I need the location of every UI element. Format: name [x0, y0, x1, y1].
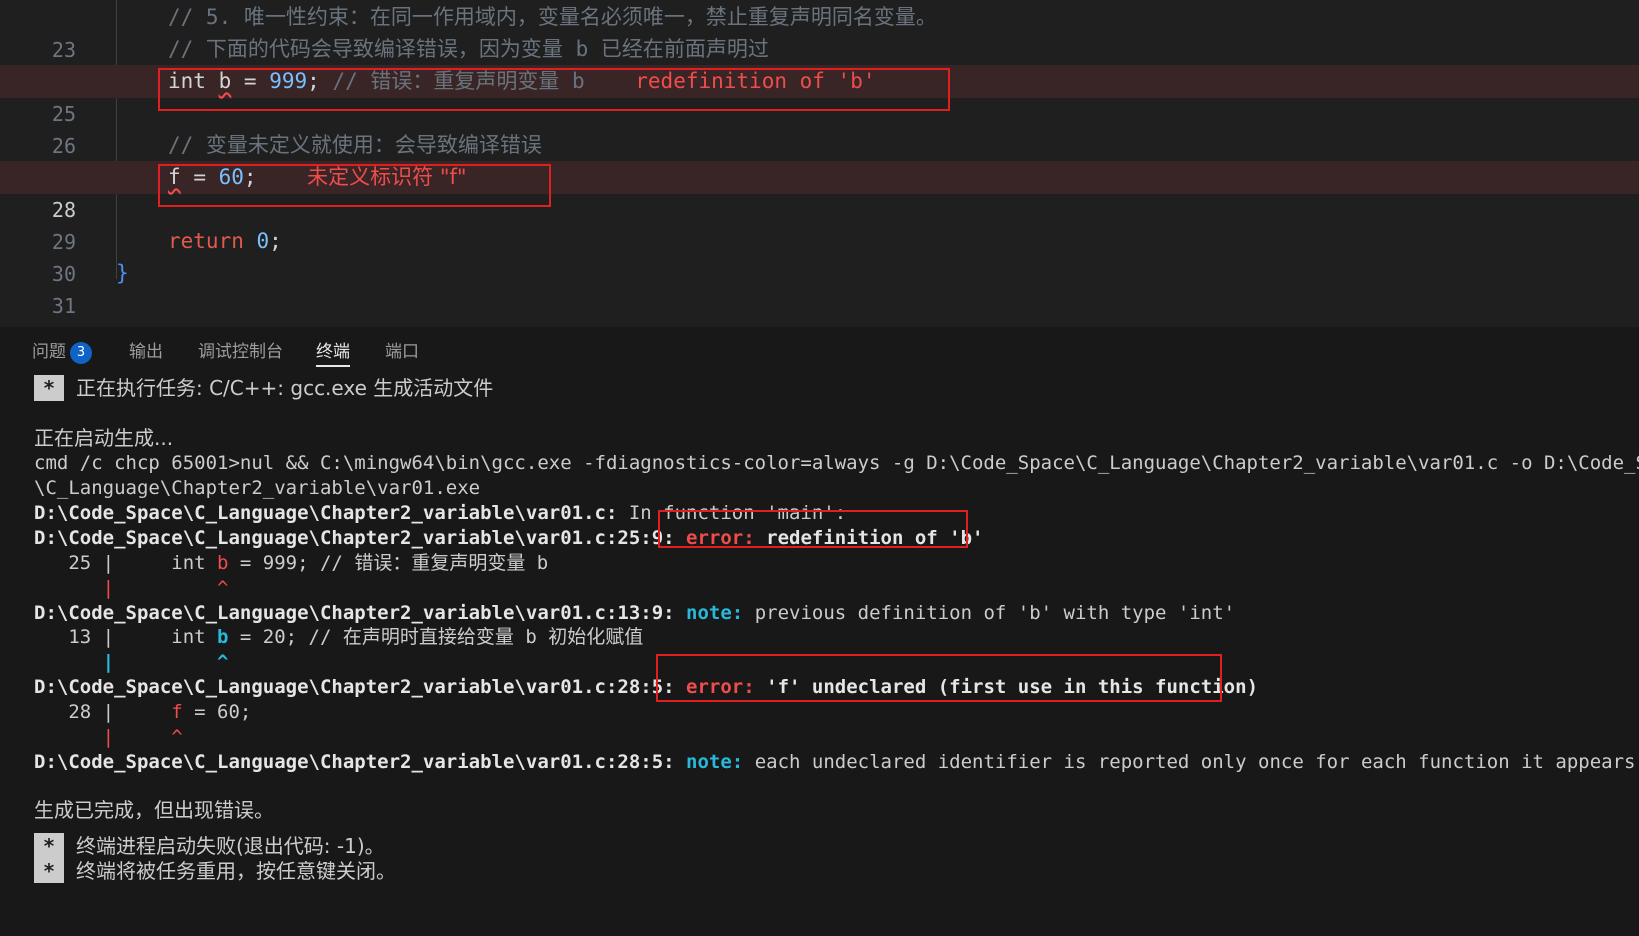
terminal-line: 25 | int b = 999; // 错误：重复声明变量 b — [34, 550, 548, 576]
file-path[interactable]: D:\Code_Space\C_Language\Chapter2_variab… — [34, 676, 675, 698]
terminal-line: D:\Code_Space\C_Language\Chapter2_variab… — [34, 749, 1639, 775]
note-message: previous definition of 'b' with type 'in… — [743, 602, 1236, 624]
line-number: 31 — [51, 294, 76, 318]
highlighted-token: f — [171, 701, 183, 723]
note-message: each undeclared identifier is reported o… — [743, 751, 1639, 773]
annotation-box — [158, 164, 551, 207]
task-line: * 正在执行任务: C/C++: gcc.exe 生成活动文件 — [34, 375, 493, 401]
tab-problems[interactable]: 问题 3 — [32, 339, 92, 365]
note-label: note: — [686, 602, 744, 624]
source-line-number: 28 | — [34, 701, 115, 723]
terminal-line: \C_Language\Chapter2_variable\var01.exe — [34, 477, 481, 499]
terminal-line: cmd /c chcp 65001>nul && C:\mingw64\bin\… — [34, 452, 1639, 474]
terminal-text: int — [114, 626, 218, 648]
code-editor[interactable]: 23 // 5. 唯一性约束：在同一作用域内，变量名必须唯一，禁止重复声明同名变… — [0, 0, 1639, 327]
terminal-line: * 终端将被任务重用，按任意键关闭。 — [34, 858, 396, 884]
code-comment: // 下面的代码会导致编译错误，因为变量 b 已经在前面声明过 — [168, 37, 769, 61]
code-line-23[interactable]: 23 // 5. 唯一性约束：在同一作用域内，变量名必须唯一，禁止重复声明同名变… — [0, 1, 1639, 62]
caret-marker: | ^ — [34, 651, 229, 673]
terminal-line: 28 | f = 60; — [34, 699, 251, 725]
terminal-line: 13 | int b = 20; // 在声明时直接给变量 b 初始化赋值 — [34, 624, 643, 650]
code-line-30[interactable]: 30 return 0; — [0, 225, 1639, 286]
source-line-number: 25 | — [34, 552, 115, 574]
star-icon: * — [43, 859, 55, 883]
annotation-box — [158, 68, 950, 111]
terminal-line: | ^ — [34, 724, 183, 750]
task-text: 正在执行任务: C/C++: gcc.exe 生成活动文件 — [76, 376, 494, 400]
tab-ports[interactable]: 端口 — [385, 339, 419, 365]
tab-label: 问题 — [32, 342, 66, 362]
tab-terminal[interactable]: 终端 — [316, 339, 350, 367]
code-comment: // 变量未定义就使用：会导致编译错误 — [168, 133, 542, 157]
problems-count-badge: 3 — [70, 342, 92, 364]
terminal-text: = 60; — [182, 701, 252, 723]
file-path[interactable]: D:\Code_Space\C_Language\Chapter2_variab… — [34, 502, 617, 524]
semicolon: ; — [269, 229, 282, 253]
terminal-line: | ^ — [34, 575, 229, 601]
highlighted-token: b — [217, 626, 229, 648]
star-icon: * — [43, 834, 55, 858]
terminal-line: 正在启动生成... — [34, 426, 174, 450]
file-path[interactable]: D:\Code_Space\C_Language\Chapter2_variab… — [34, 527, 675, 549]
number-literal: 0 — [256, 229, 270, 253]
code-line-31[interactable]: 31 } — [0, 257, 1639, 318]
terminal-text: = 999; // 错误：重复声明变量 b — [228, 552, 549, 574]
terminal-text: int — [114, 552, 218, 574]
terminal-text: 终端进程启动失败(退出代码: -1)。 — [76, 834, 385, 858]
closing-brace: } — [116, 261, 129, 285]
file-path[interactable]: D:\Code_Space\C_Language\Chapter2_variab… — [34, 751, 675, 773]
code-statement: return 0; — [168, 225, 282, 258]
code-line-24[interactable]: 24 // 下面的代码会导致编译错误，因为变量 b 已经在前面声明过 — [0, 33, 1639, 94]
caret-marker: | ^ — [34, 726, 183, 748]
terminal-text: 终端将被任务重用，按任意键关闭。 — [76, 859, 396, 883]
tab-debug-console[interactable]: 调试控制台 — [198, 339, 283, 365]
file-path[interactable]: D:\Code_Space\C_Language\Chapter2_variab… — [34, 602, 675, 624]
terminal-line: * 终端进程启动失败(退出代码: -1)。 — [34, 833, 385, 859]
highlighted-token: b — [217, 552, 229, 574]
task-star-icon: * — [34, 375, 64, 401]
annotation-box — [656, 654, 1222, 702]
bottom-panel: 问题 3 输出 调试控制台 终端 端口 * 正在执行任务: C/C++: gcc.e… — [0, 327, 1639, 936]
note-label: note: — [686, 751, 744, 773]
annotation-box — [658, 510, 968, 548]
terminal-line: D:\Code_Space\C_Language\Chapter2_variab… — [34, 600, 1235, 626]
source-line-number: 13 | — [34, 626, 115, 648]
caret-marker: | ^ — [34, 577, 229, 599]
terminal-line: 生成已完成，但出现错误。 — [34, 798, 274, 822]
code-comment: // 5. 唯一性约束：在同一作用域内，变量名必须唯一，禁止重复声明同名变量。 — [168, 5, 937, 29]
tab-output[interactable]: 输出 — [129, 339, 163, 365]
code-line-27[interactable]: 27 // 变量未定义就使用：会导致编译错误 — [0, 129, 1639, 190]
terminal-text: = 20; // 在声明时直接给变量 b 初始化赋值 — [228, 626, 644, 648]
terminal-line: | ^ — [34, 649, 229, 675]
keyword-return: return — [168, 229, 244, 253]
